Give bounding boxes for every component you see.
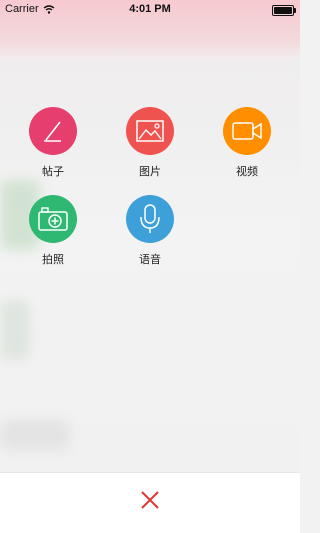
- mic-icon: [140, 204, 160, 233]
- edit-icon: [44, 121, 61, 142]
- action-circle[interactable]: [29, 107, 77, 155]
- action-circle[interactable]: [126, 107, 174, 155]
- battery-icon: [272, 5, 296, 16]
- action-circle[interactable]: [223, 107, 271, 155]
- action-label: 图片: [139, 166, 161, 178]
- status-bar: Carrier 4:01 PM: [0, 0, 300, 20]
- blurred-smudge: [0, 300, 30, 360]
- action-video[interactable]: 视频: [207, 107, 287, 179]
- action-label: 帖子: [42, 166, 64, 178]
- action-voice[interactable]: 语音: [110, 195, 190, 267]
- bottom-bar: [0, 472, 300, 533]
- action-label: 语音: [139, 254, 161, 266]
- close-button[interactable]: [138, 488, 162, 512]
- video-icon: [232, 122, 262, 140]
- action-label: 视频: [236, 166, 258, 178]
- image-icon: [136, 120, 164, 142]
- close-icon: [141, 491, 159, 509]
- action-circle[interactable]: [29, 195, 77, 243]
- action-circle[interactable]: [126, 195, 174, 243]
- action-photo[interactable]: 拍照: [13, 195, 93, 267]
- camera-add-icon: [38, 207, 68, 231]
- battery-fill: [274, 7, 292, 14]
- blurred-smudge: [0, 420, 70, 450]
- action-post[interactable]: 帖子: [13, 107, 93, 179]
- status-time: 4:01 PM: [129, 3, 171, 15]
- action-image[interactable]: 图片: [110, 107, 190, 179]
- action-label: 拍照: [42, 254, 64, 266]
